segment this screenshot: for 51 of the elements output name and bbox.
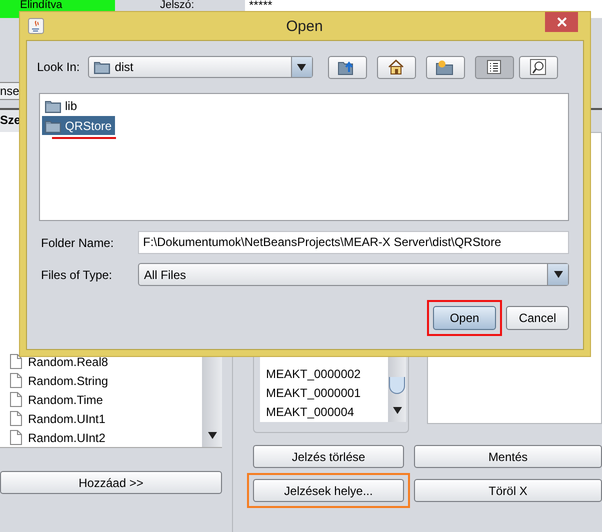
dialog-title: Open xyxy=(285,18,324,34)
files-of-type-label: Files of Type: xyxy=(41,268,114,282)
file-name[interactable]: Random.Time xyxy=(28,392,103,406)
app-icon xyxy=(28,18,44,34)
caret-icon xyxy=(554,271,562,278)
action-button[interactable]: Mentés xyxy=(414,445,602,468)
folder-name[interactable]: lib xyxy=(65,98,78,112)
open-button[interactable]: Open xyxy=(433,306,496,330)
new-folder-button[interactable] xyxy=(426,56,465,78)
password-label: Jelszó: xyxy=(160,0,196,11)
code-item[interactable]: MEAKT_000004 xyxy=(260,403,388,422)
folder-icon xyxy=(94,60,110,74)
file-name[interactable]: Random.UInt1 xyxy=(28,412,106,426)
close-icon xyxy=(556,17,566,27)
action-button[interactable]: Jelzés törlése xyxy=(253,445,404,468)
folder-name[interactable]: QRStore xyxy=(65,118,112,132)
file-icon xyxy=(10,392,22,407)
list-icon xyxy=(487,60,502,74)
folder-name-label: Folder Name: xyxy=(41,236,115,250)
details-view-button[interactable] xyxy=(518,56,558,78)
file-icon xyxy=(10,354,22,369)
code-item[interactable]: MEAKT_0000002 xyxy=(260,365,388,384)
folder-name-field[interactable]: F:\Dokumentumok\NetBeansProjects\MEAR-X Server\dist\QRStore xyxy=(138,231,569,254)
file-icon xyxy=(10,411,22,426)
cancel-button[interactable]: Cancel xyxy=(506,306,569,330)
file-icon xyxy=(10,430,22,445)
new-folder-icon xyxy=(436,59,454,75)
look-in-label: Look In: xyxy=(37,60,80,74)
down-arrow-icon[interactable] xyxy=(208,432,216,439)
file-name[interactable]: Random.String xyxy=(28,374,108,388)
folder-entry[interactable]: QRStore xyxy=(42,116,115,135)
action-button[interactable]: Jelzések helye... xyxy=(253,479,404,502)
code-item[interactable]: MEAKT_0000001 xyxy=(260,384,388,403)
list-view-button[interactable] xyxy=(474,56,514,78)
home-button[interactable] xyxy=(376,56,416,78)
caret-icon xyxy=(297,64,306,70)
file-name[interactable]: Random.Real8 xyxy=(28,354,108,368)
file-name[interactable]: Random.UInt2 xyxy=(28,430,106,444)
files-of-type-dropdown[interactable]: All Files xyxy=(138,263,569,286)
add-button[interactable]: Hozzáad >> xyxy=(0,471,222,494)
look-in-dropdown[interactable]: dist xyxy=(88,56,313,78)
folder-icon xyxy=(45,98,61,112)
action-button[interactable]: Töröl X xyxy=(414,479,602,502)
close-button[interactable] xyxy=(545,12,578,32)
magnifier-icon xyxy=(530,59,546,75)
up-folder-button[interactable] xyxy=(328,56,367,78)
house-icon xyxy=(387,59,406,75)
file-icon xyxy=(10,373,22,388)
folder-icon xyxy=(45,118,61,132)
scroll-thumb[interactable] xyxy=(389,377,405,394)
down-arrow-icon[interactable] xyxy=(392,407,402,414)
